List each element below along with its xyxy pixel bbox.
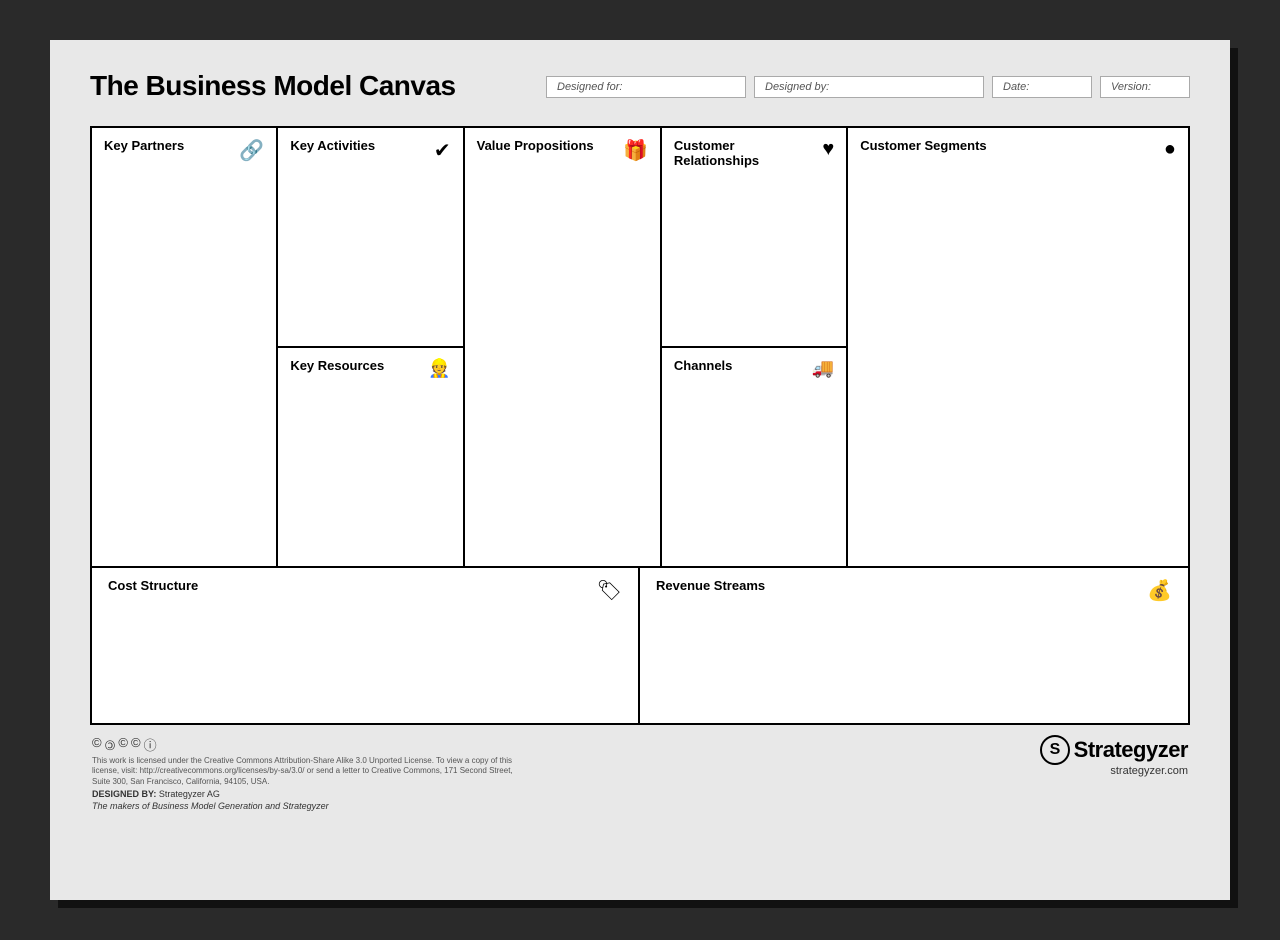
customer-relationships-cell[interactable]: Customer Relationships ♥ [662, 128, 846, 348]
customer-relationships-header: Customer Relationships ♥ [674, 138, 834, 168]
designed-by-label: Designed by: [765, 81, 829, 93]
designed-for-field[interactable]: Designed for: [546, 76, 746, 98]
date-label: Date: [1003, 81, 1029, 93]
key-resources-header: Key Resources 👷 [290, 358, 450, 379]
cc-icon-3: © [118, 735, 128, 754]
cost-structure-label: Cost Structure [108, 578, 198, 593]
channels-header: Channels 🚚 [674, 358, 834, 379]
page-wrapper: The Business Model Canvas Designed for: … [50, 40, 1230, 900]
key-partners-icon: 🔗 [239, 138, 264, 163]
channels-cell[interactable]: Channels 🚚 [662, 348, 846, 566]
customer-relationships-label: Customer Relationships [674, 138, 822, 168]
key-resources-label: Key Resources [290, 358, 384, 373]
cost-structure-cell[interactable]: Cost Structure 🏷 [92, 568, 640, 723]
cr-channels-col: Customer Relationships ♥ Channels 🚚 [662, 128, 848, 566]
customer-segments-icon: ● [1164, 138, 1176, 161]
activities-resources-col: Key Activities ✔ Key Resources 👷 [278, 128, 464, 566]
value-propositions-label: Value Propositions [477, 138, 594, 153]
cc-icon-4: © [131, 735, 141, 754]
key-partners-cell[interactable]: Key Partners 🔗 [92, 128, 278, 566]
customer-segments-header: Customer Segments ● [860, 138, 1176, 161]
cc-icon-1: © [92, 735, 102, 754]
version-label: Version: [1111, 81, 1151, 93]
cc-text: This work is licensed under the Creative… [92, 756, 532, 787]
designed-by-label-footer: DESIGNED BY: [92, 789, 156, 799]
date-field[interactable]: Date: [992, 76, 1092, 98]
customer-segments-cell[interactable]: Customer Segments ● [848, 128, 1188, 566]
footer: © 🄯 © © ⓘ This work is licensed under th… [90, 735, 1190, 811]
header-fields: Designed for: Designed by: Date: Version… [546, 76, 1190, 98]
key-resources-icon: 👷 [428, 358, 450, 379]
value-propositions-icon: 🎁 [623, 138, 648, 163]
value-propositions-header: Value Propositions 🎁 [477, 138, 648, 163]
key-activities-cell[interactable]: Key Activities ✔ [278, 128, 462, 348]
key-activities-icon: ✔ [434, 138, 451, 163]
footer-right: S Strategyzer strategyzer.com [1040, 735, 1188, 777]
cost-structure-header: Cost Structure 🏷 [108, 578, 622, 603]
key-partners-header: Key Partners 🔗 [104, 138, 264, 163]
cost-structure-icon: 🏷 [597, 578, 622, 603]
cc-icons: © 🄯 © © ⓘ [92, 735, 532, 754]
designed-by-footer: DESIGNED BY: Strategyzer AG [92, 789, 532, 799]
channels-label: Channels [674, 358, 733, 373]
canvas-bottom: Cost Structure 🏷 Revenue Streams 💰 [92, 568, 1188, 723]
cc-icon-5: ⓘ [144, 735, 157, 754]
tagline: The makers of Business Model Generation … [92, 801, 532, 811]
key-partners-label: Key Partners [104, 138, 184, 153]
strategyzer-url: strategyzer.com [1040, 765, 1188, 777]
version-field[interactable]: Version: [1100, 76, 1190, 98]
revenue-streams-header: Revenue Streams 💰 [656, 578, 1172, 603]
page-title: The Business Model Canvas [90, 70, 456, 102]
customer-segments-label: Customer Segments [860, 138, 986, 153]
revenue-streams-label: Revenue Streams [656, 578, 765, 593]
value-propositions-cell[interactable]: Value Propositions 🎁 [465, 128, 662, 566]
strategyzer-brand: S Strategyzer [1040, 735, 1188, 765]
customer-relationships-icon: ♥ [822, 138, 834, 161]
key-resources-cell[interactable]: Key Resources 👷 [278, 348, 462, 566]
key-activities-header: Key Activities ✔ [290, 138, 450, 163]
strategyzer-name: Strategyzer [1074, 737, 1188, 763]
designed-by-field[interactable]: Designed by: [754, 76, 984, 98]
cc-icon-2: 🄯 [105, 735, 116, 754]
canvas: Key Partners 🔗 Key Activities ✔ Key Reso… [90, 126, 1190, 725]
designed-for-label: Designed for: [557, 81, 622, 93]
canvas-top: Key Partners 🔗 Key Activities ✔ Key Reso… [92, 128, 1188, 568]
strategyzer-logo-icon: S [1040, 735, 1070, 765]
key-activities-label: Key Activities [290, 138, 375, 153]
channels-icon: 🚚 [812, 358, 834, 379]
revenue-streams-icon: 💰 [1147, 578, 1172, 603]
footer-left: © 🄯 © © ⓘ This work is licensed under th… [92, 735, 532, 811]
revenue-streams-cell[interactable]: Revenue Streams 💰 [640, 568, 1188, 723]
designed-by-name: Strategyzer AG [159, 789, 220, 799]
header: The Business Model Canvas Designed for: … [90, 70, 1190, 116]
